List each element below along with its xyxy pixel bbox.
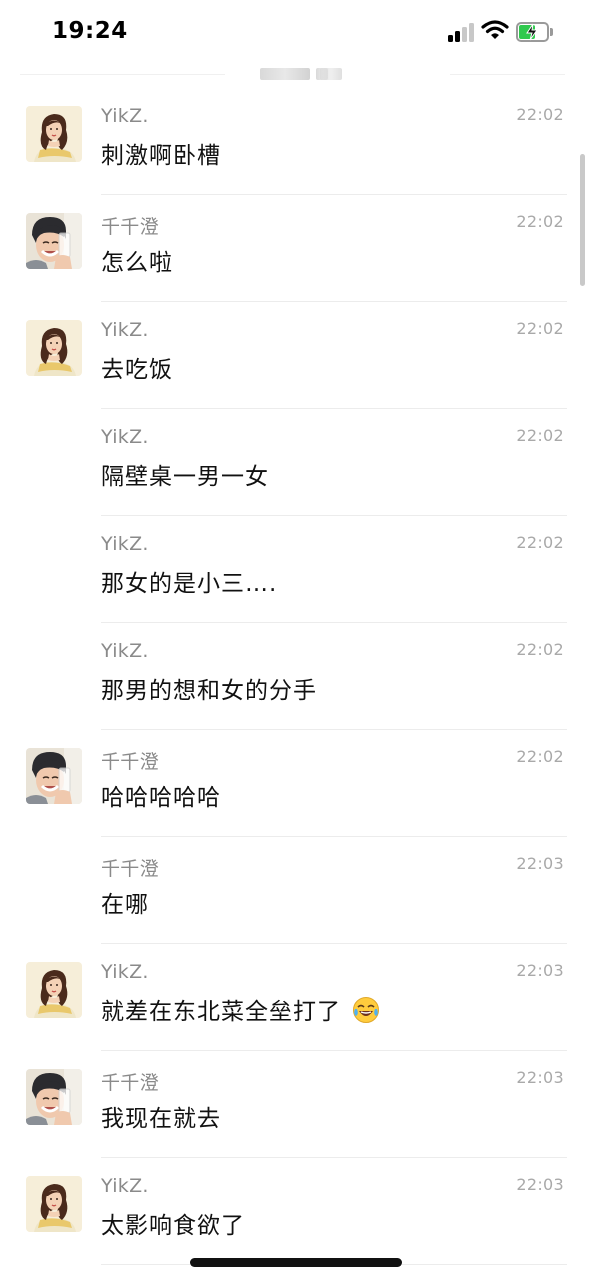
status-time: 19:24 — [52, 18, 128, 44]
chat-message[interactable]: YikZ. 22:02 那男的想和女的分手 — [0, 623, 591, 730]
chat-title-area — [20, 64, 565, 88]
chat-message[interactable]: YikZ. 22:02 那女的是小三…. — [0, 516, 591, 623]
message-text[interactable]: 刺激啊卧槽 — [101, 136, 221, 170]
message-text-content: 哈哈哈哈哈 — [101, 785, 221, 811]
message-timestamp: 22:02 — [516, 533, 564, 552]
laughing-crying-emoji — [353, 997, 380, 1023]
battery-charging-icon — [516, 22, 554, 42]
signal-icon — [448, 22, 476, 42]
message-timestamp: 22:02 — [516, 747, 564, 766]
avatar-yikz[interactable] — [26, 1176, 82, 1232]
sender-name: YikZ. — [101, 961, 149, 983]
message-text-content: 刺激啊卧槽 — [101, 143, 221, 169]
message-text-content: 就差在东北菜全垒打了 — [101, 999, 341, 1025]
message-text[interactable]: 隔壁桌一男一女 — [101, 457, 269, 491]
sender-name: YikZ. — [101, 640, 149, 662]
chat-message[interactable]: YikZ. 22:03 太影响食欲了 — [0, 1158, 591, 1265]
avatar-yikz[interactable] — [26, 320, 82, 376]
sender-name: 千千澄 — [101, 216, 159, 238]
chat-message[interactable]: 千千澄 22:02 怎么啦 — [0, 195, 591, 302]
message-text[interactable]: 我现在就去 — [101, 1099, 221, 1133]
scrollbar[interactable] — [580, 154, 585, 286]
message-text-content: 太影响食欲了 — [101, 1213, 245, 1239]
chat-message[interactable]: YikZ. 22:02 去吃饭 — [0, 302, 591, 409]
wifi-icon — [481, 19, 509, 41]
sender-name: YikZ. — [101, 319, 149, 341]
chat-message[interactable]: YikZ. 22:03 就差在东北菜全垒打了 — [0, 944, 591, 1051]
message-timestamp: 22:03 — [516, 1068, 564, 1087]
chat-message[interactable]: 千千澄 22:03 我现在就去 — [0, 1051, 591, 1158]
sender-name: YikZ. — [101, 105, 149, 127]
message-text[interactable]: 太影响食欲了 — [101, 1206, 245, 1240]
message-text-content: 在哪 — [101, 892, 149, 918]
message-text[interactable]: 在哪 — [101, 885, 149, 919]
message-timestamp: 22:02 — [516, 640, 564, 659]
chat-message[interactable]: YikZ. 22:02 刺激啊卧槽 — [0, 88, 591, 195]
blurred-chat-title — [260, 68, 310, 80]
sender-name: 千千澄 — [101, 858, 159, 880]
home-indicator[interactable] — [190, 1258, 402, 1267]
sender-name: YikZ. — [101, 533, 149, 555]
chat-message[interactable]: 千千澄 22:02 哈哈哈哈哈 — [0, 730, 591, 837]
message-text-content: 怎么啦 — [101, 250, 173, 276]
message-timestamp: 22:02 — [516, 319, 564, 338]
message-text-content: 去吃饭 — [101, 357, 173, 383]
message-timestamp: 22:03 — [516, 854, 564, 873]
message-text-content: 那男的想和女的分手 — [101, 678, 317, 704]
sender-name: 千千澄 — [101, 751, 159, 773]
message-timestamp: 22:03 — [516, 961, 564, 980]
chat-message[interactable]: YikZ. 22:02 隔壁桌一男一女 — [0, 409, 591, 516]
avatar-qianqiancheng[interactable] — [26, 1069, 82, 1125]
chat-history-list[interactable]: YikZ. 22:02 刺激啊卧槽 千千澄 22:02 怎么啦 YikZ. 22:02 去吃… — [0, 88, 591, 1265]
message-text-content: 隔壁桌一男一女 — [101, 464, 269, 490]
avatar-qianqiancheng[interactable] — [26, 213, 82, 269]
message-text[interactable]: 就差在东北菜全垒打了 — [101, 992, 380, 1026]
sender-name: 千千澄 — [101, 1072, 159, 1094]
message-text-content: 我现在就去 — [101, 1106, 221, 1132]
message-text[interactable]: 去吃饭 — [101, 350, 173, 384]
message-text[interactable]: 那女的是小三…. — [101, 564, 277, 598]
message-timestamp: 22:02 — [516, 426, 564, 445]
message-text[interactable]: 怎么啦 — [101, 243, 173, 277]
message-text-content: 那女的是小三…. — [101, 571, 278, 597]
chat-message[interactable]: 千千澄 22:03 在哪 — [0, 837, 591, 944]
avatar-yikz[interactable] — [26, 106, 82, 162]
message-text[interactable]: 那男的想和女的分手 — [101, 671, 317, 705]
message-timestamp: 22:02 — [516, 212, 564, 231]
sender-name: YikZ. — [101, 426, 149, 448]
status-bar: 19:24 — [0, 0, 591, 64]
avatar-qianqiancheng[interactable] — [26, 748, 82, 804]
message-timestamp: 22:03 — [516, 1175, 564, 1194]
avatar-yikz[interactable] — [26, 962, 82, 1018]
sender-name: YikZ. — [101, 1175, 149, 1197]
message-timestamp: 22:02 — [516, 105, 564, 124]
message-text[interactable]: 哈哈哈哈哈 — [101, 778, 221, 812]
